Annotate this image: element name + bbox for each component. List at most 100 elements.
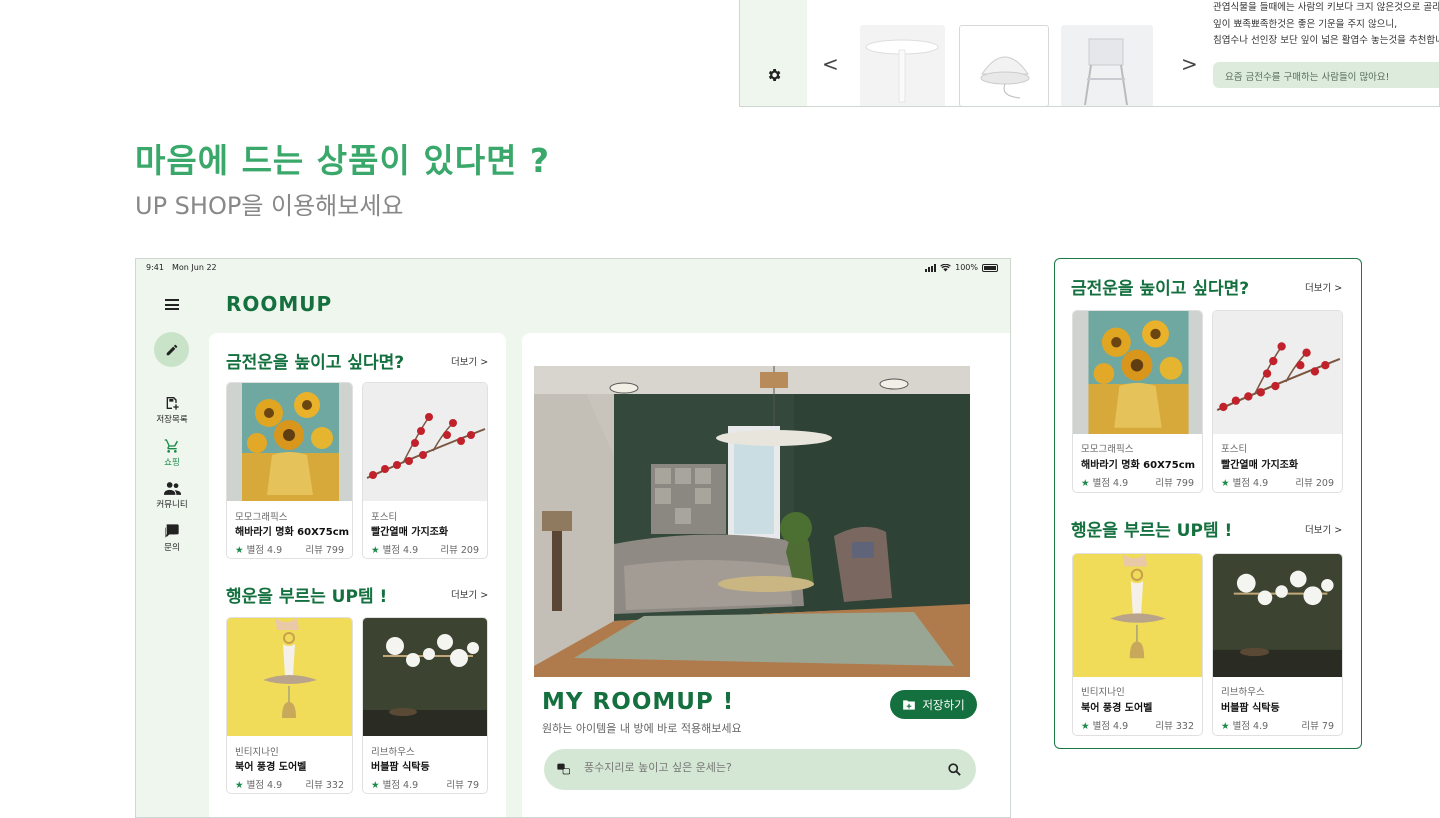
menu-icon[interactable]: [165, 299, 179, 310]
rating-value: 별점 4.9: [1232, 721, 1269, 732]
product-name: 버블팜 식탁등: [371, 762, 430, 773]
rating-value: 별점 4.9: [1092, 721, 1129, 732]
more-link-luck[interactable]: 더보기 >: [1305, 522, 1342, 536]
status-indicators: 100%: [925, 263, 998, 272]
product-review-count: 리뷰 799: [1155, 478, 1194, 489]
product-rating: ★ 별점 4.9: [1081, 718, 1128, 732]
star-icon: ★: [371, 780, 380, 791]
product-image: [363, 383, 487, 501]
more-link-luck[interactable]: 더보기 >: [451, 587, 488, 601]
nav-item-saved[interactable]: 저장목록: [144, 395, 200, 425]
rating-value: 별점 4.9: [382, 545, 419, 556]
product-review-count: 리뷰 799: [305, 545, 344, 556]
tips-text: 관엽식물을 들때에는 사람의 키보다 크지 않은것으로 골라야 잎이 뾰족뾰족한…: [1213, 0, 1440, 50]
product-review-count: 리뷰 209: [440, 545, 479, 556]
room-preview-image[interactable]: [534, 366, 970, 677]
side-nav: 저장목록 쇼핑 커뮤니티 문의: [144, 395, 200, 566]
nav-label: 문의: [164, 543, 180, 553]
status-date: Mon Jun 22: [172, 263, 217, 272]
status-time: 9:41: [146, 263, 164, 272]
tip-line: 관엽식물을 들때에는 사람의 키보다 크지 않은것으로 골라야: [1213, 2, 1440, 13]
product-rating: ★ 별점 4.9: [1221, 718, 1268, 732]
carousel-next-button[interactable]: >: [1181, 52, 1198, 76]
page-headline: 마음에 드는 상품이 있다면 ?: [135, 141, 551, 180]
more-link-money[interactable]: 더보기 >: [451, 354, 488, 368]
signal-icon: [925, 263, 937, 272]
mobile-product-card: 금전운을 높이고 싶다면? 더보기 > 모모그래픽스 해바라기 명화 60X75…: [1054, 258, 1362, 749]
star-icon: ★: [235, 545, 244, 556]
star-icon: ★: [1221, 721, 1230, 732]
product-name: 빨간열매 가지조화: [1221, 460, 1299, 471]
rating-value: 별점 4.9: [1232, 478, 1269, 489]
tip-line: 잎이 뾰족뾰족한것은 좋은 기운을 주지 않으니,: [1213, 18, 1398, 30]
product-image: [363, 618, 487, 736]
product-review-count: 리뷰 79: [1301, 721, 1334, 732]
search-input[interactable]: [584, 761, 924, 774]
product-brand: 리브하우스: [371, 747, 415, 758]
save-button[interactable]: 저장하기: [890, 690, 977, 719]
star-icon: ★: [1081, 721, 1090, 732]
product-card[interactable]: 리브하우스 버블팜 식탁등 ★ 별점 4.9 리뷰 79: [362, 617, 488, 794]
product-review-count: 리뷰 209: [1295, 478, 1334, 489]
rating-value: 별점 4.9: [246, 545, 283, 556]
rating-value: 별점 4.9: [382, 780, 419, 791]
product-rating: ★ 별점 4.9: [371, 777, 418, 791]
product-brand: 포스티: [1221, 444, 1248, 455]
section-title-luck: 행운을 부르는 UP템 !: [226, 587, 388, 607]
product-rating: ★ 별점 4.9: [235, 542, 282, 556]
product-brand: 모모그래픽스: [235, 512, 288, 523]
product-card[interactable]: 빈티지나인 북어 풍경 도어벨 ★ 별점 4.9 리뷰 332: [226, 617, 353, 794]
product-brand: 모모그래픽스: [1081, 444, 1134, 455]
tip-banner[interactable]: 요즘 금전수를 구매하는 사람들이 많아요!: [1213, 62, 1439, 88]
pencil-icon: [166, 344, 177, 355]
carousel-thumb-lamp[interactable]: [959, 25, 1049, 106]
carousel-thumb-chair[interactable]: [1061, 25, 1153, 106]
star-icon: ★: [1081, 478, 1090, 489]
product-image: [1073, 311, 1202, 434]
myroom-subtitle: 원하는 아이템을 내 방에 바로 적용해보세요: [542, 722, 742, 735]
carousel-thumb-table[interactable]: [860, 25, 945, 106]
product-panel: 금전운을 높이고 싶다면? 더보기 > 모모그래픽스 해바라기 명화 60X75…: [209, 333, 506, 817]
product-card[interactable]: 빈티지나인 북어 풍경 도어벨 ★ 별점 4.9 리뷰 332: [1072, 553, 1203, 736]
product-name: 빨간열매 가지조화: [371, 527, 449, 538]
product-rating: ★ 별점 4.9: [371, 542, 418, 556]
product-rating: ★ 별점 4.9: [1221, 475, 1268, 489]
section-title-money: 금전운을 높이고 싶다면?: [1071, 279, 1250, 299]
star-icon: ★: [235, 780, 244, 791]
nav-label: 저장목록: [156, 415, 188, 425]
product-review-count: 리뷰 332: [305, 780, 344, 791]
product-brand: 포스티: [371, 512, 398, 523]
nav-item-community[interactable]: 커뮤니티: [144, 481, 200, 510]
app-logo[interactable]: ROOMUP: [226, 292, 332, 316]
product-brand: 빈티지나인: [235, 747, 279, 758]
save-label: 저장하기: [922, 697, 965, 712]
star-icon: ★: [371, 545, 380, 556]
rating-value: 별점 4.9: [246, 780, 283, 791]
product-card[interactable]: 리브하우스 버블팜 식탁등 ★ 별점 4.9 리뷰 79: [1212, 553, 1343, 736]
gear-icon[interactable]: [766, 67, 782, 83]
nav-item-inquiry[interactable]: 문의: [144, 523, 200, 553]
product-image: [227, 383, 352, 501]
product-card[interactable]: 포스티 빨간열매 가지조화 ★ 별점 4.9 리뷰 209: [1212, 310, 1343, 493]
section-title-money: 금전운을 높이고 싶다면?: [226, 353, 405, 373]
edit-button[interactable]: [154, 332, 189, 367]
nav-item-shopping[interactable]: 쇼핑: [144, 438, 200, 468]
product-image: [227, 618, 352, 736]
product-brand: 리브하우스: [1221, 687, 1265, 698]
search-bar[interactable]: [544, 749, 976, 790]
cart-icon: [164, 439, 178, 453]
product-card[interactable]: 모모그래픽스 해바라기 명화 60X75cm ★ 별점 4.9 리뷰 799: [1072, 310, 1203, 493]
product-name: 북어 풍경 도어벨: [235, 762, 307, 773]
product-card[interactable]: 모모그래픽스 해바라기 명화 60X75cm ★ 별점 4.9 리뷰 799: [226, 382, 353, 559]
status-bar: 9:41 Mon Jun 22 100%: [146, 263, 1000, 277]
save-list-icon: [166, 397, 179, 410]
product-card[interactable]: 포스티 빨간열매 가지조화 ★ 별점 4.9 리뷰 209: [362, 382, 488, 559]
chat-icon: [165, 524, 179, 538]
search-icon[interactable]: [947, 762, 962, 777]
product-image: [1213, 311, 1342, 434]
carousel-prev-button[interactable]: <: [822, 52, 839, 76]
tip-line: 침엽수나 선인장 보단 잎이 넓은 활엽수 놓는것을 추천합니: [1213, 35, 1440, 46]
more-link-money[interactable]: 더보기 >: [1305, 280, 1342, 294]
product-image: [1213, 554, 1342, 677]
page-subheadline: UP SHOP을 이용해보세요: [135, 192, 404, 220]
